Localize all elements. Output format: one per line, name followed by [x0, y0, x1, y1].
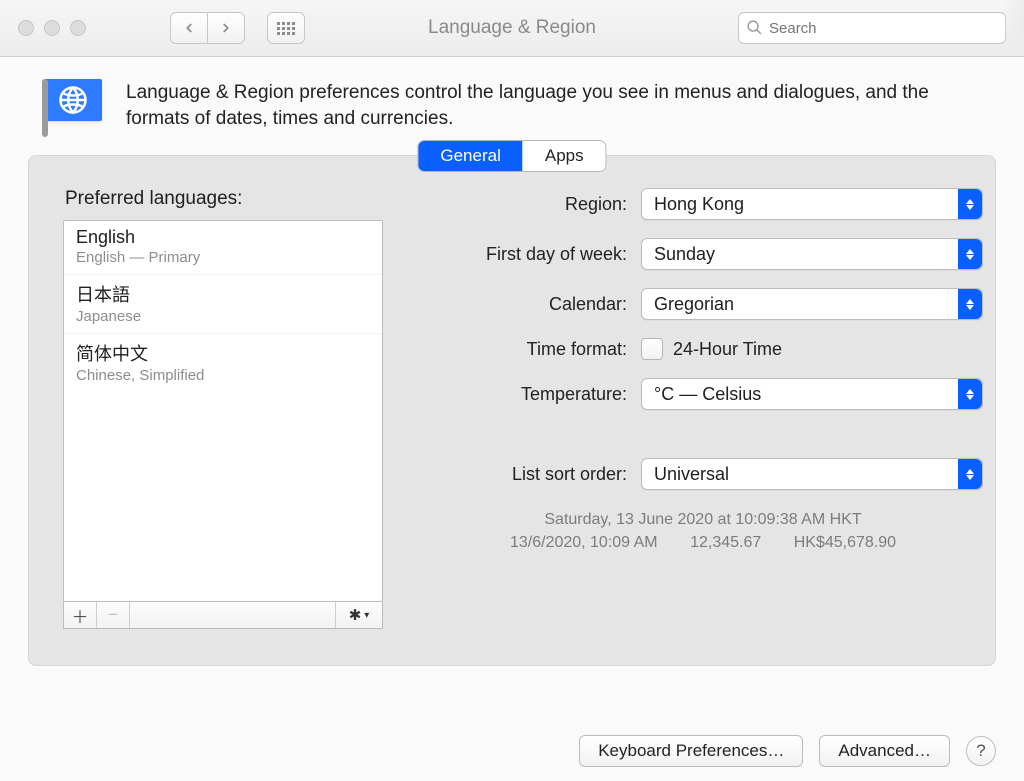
language-actions-menu[interactable]: ✱ ▾ — [335, 602, 382, 628]
list-item[interactable]: 简体中文 Chinese, Simplified — [64, 334, 382, 392]
tab-apps[interactable]: Apps — [523, 141, 606, 171]
language-native-name: 简体中文 — [76, 340, 370, 366]
preferred-languages-heading: Preferred languages: — [65, 188, 383, 210]
region-select[interactable]: Hong Kong — [641, 188, 983, 220]
format-example-long: Saturday, 13 June 2020 at 10:09:38 AM HK… — [423, 508, 983, 531]
stepper-arrows-icon — [958, 459, 982, 489]
gear-icon: ✱ — [349, 606, 362, 624]
search-field[interactable] — [738, 12, 1006, 44]
toolbar-spacer — [130, 602, 335, 628]
language-subtitle: Chinese, Simplified — [76, 367, 370, 384]
preferred-languages-section: Preferred languages: English English — P… — [63, 188, 383, 629]
plus-icon: ＋ — [72, 603, 89, 628]
bottom-button-bar: Keyboard Preferences… Advanced… ? — [28, 735, 996, 767]
time-format-24h-checkbox[interactable] — [641, 338, 663, 360]
region-label: Region: — [423, 194, 627, 215]
chevron-down-icon: ▾ — [364, 610, 369, 621]
traffic-minimize[interactable] — [44, 20, 60, 36]
chevron-right-icon — [219, 21, 233, 35]
language-native-name: 日本語 — [76, 281, 370, 307]
add-language-button[interactable]: ＋ — [64, 602, 97, 628]
format-example-short-datetime: 13/6/2020, 10:09 AM — [510, 531, 658, 554]
remove-language-button[interactable]: − — [97, 602, 130, 628]
list-sort-label: List sort order: — [423, 464, 627, 485]
titlebar-fade — [1002, 0, 1024, 56]
tab-bar: General Apps — [417, 140, 606, 172]
search-icon — [746, 19, 763, 36]
format-example-number: 12,345.67 — [690, 531, 761, 554]
main-panel: General Apps Preferred languages: Englis… — [28, 155, 996, 666]
nav-back-forward — [170, 12, 245, 44]
window-titlebar: Language & Region — [0, 0, 1024, 57]
calendar-select[interactable]: Gregorian — [641, 288, 983, 320]
intro-text: Language & Region preferences control th… — [126, 80, 956, 131]
globe-icon — [58, 85, 88, 115]
minus-icon: − — [108, 605, 118, 625]
traffic-zoom[interactable] — [70, 20, 86, 36]
language-subtitle: Japanese — [76, 308, 370, 325]
temperature-label: Temperature: — [423, 384, 627, 405]
list-item[interactable]: 日本語 Japanese — [64, 275, 382, 334]
grid-icon — [277, 22, 295, 35]
language-native-name: English — [76, 227, 370, 248]
help-button[interactable]: ? — [966, 736, 996, 766]
list-item[interactable]: English English — Primary — [64, 221, 382, 275]
stepper-arrows-icon — [958, 379, 982, 409]
first-day-select[interactable]: Sunday — [641, 238, 983, 270]
calendar-label: Calendar: — [423, 294, 627, 315]
chevron-left-icon — [182, 21, 196, 35]
format-example-currency: HK$45,678.90 — [794, 531, 896, 554]
preferred-languages-list[interactable]: English English — Primary 日本語 Japanese 简… — [63, 220, 383, 602]
list-sort-select[interactable]: Universal — [641, 458, 983, 490]
search-input[interactable] — [767, 19, 997, 38]
language-region-icon — [36, 79, 102, 133]
intro-row: Language & Region preferences control th… — [0, 57, 1024, 139]
stepper-arrows-icon — [958, 289, 982, 319]
advanced-button[interactable]: Advanced… — [819, 735, 950, 767]
back-button[interactable] — [170, 12, 208, 44]
list-sort-value: Universal — [654, 464, 729, 485]
language-subtitle: English — Primary — [76, 249, 370, 266]
region-value: Hong Kong — [654, 194, 744, 215]
first-day-label: First day of week: — [423, 244, 627, 265]
region-settings-section: Region: Hong Kong First day of week: Sun… — [423, 188, 983, 629]
forward-button[interactable] — [208, 12, 245, 44]
stepper-arrows-icon — [958, 239, 982, 269]
traffic-close[interactable] — [18, 20, 34, 36]
keyboard-preferences-button[interactable]: Keyboard Preferences… — [579, 735, 803, 767]
time-format-24h-label: 24-Hour Time — [673, 339, 782, 360]
language-list-toolbar: ＋ − ✱ ▾ — [63, 602, 383, 629]
time-format-label: Time format: — [423, 339, 627, 360]
tab-general[interactable]: General — [418, 141, 522, 171]
stepper-arrows-icon — [958, 189, 982, 219]
temperature-value: °C — Celsius — [654, 384, 761, 405]
window-traffic-lights — [18, 20, 86, 36]
format-example: Saturday, 13 June 2020 at 10:09:38 AM HK… — [423, 508, 983, 554]
show-all-button[interactable] — [267, 12, 305, 44]
temperature-select[interactable]: °C — Celsius — [641, 378, 983, 410]
calendar-value: Gregorian — [654, 294, 734, 315]
first-day-value: Sunday — [654, 244, 715, 265]
